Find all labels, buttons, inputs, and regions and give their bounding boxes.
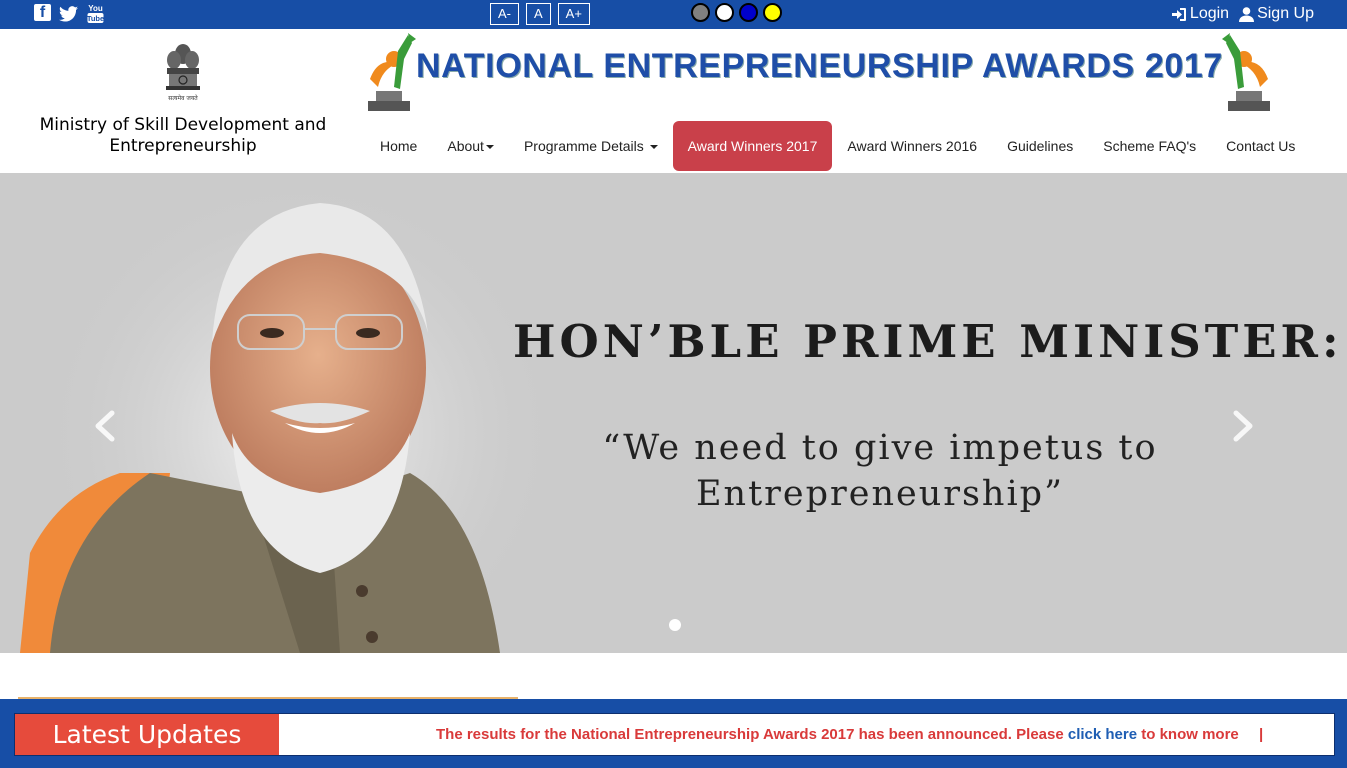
awards-title: NATIONAL ENTREPRENEURSHIP AWARDS 2017 bbox=[416, 47, 1223, 85]
youtube-icon[interactable]: You Tube bbox=[86, 4, 105, 23]
theme-white-button[interactable] bbox=[715, 3, 734, 22]
theme-gray-button[interactable] bbox=[691, 3, 710, 22]
national-emblem-icon: सत्यमेव जयते bbox=[166, 44, 200, 102]
signup-link[interactable]: Sign Up bbox=[1239, 5, 1314, 23]
font-decrease-button[interactable]: A- bbox=[490, 3, 519, 25]
nav-award-winners-2017-label: Award Winners 2017 bbox=[687, 138, 818, 154]
hero-carousel: HON’BLE PRIME MINISTER: “We need to give… bbox=[0, 173, 1347, 653]
nav-guidelines-label: Guidelines bbox=[1007, 138, 1074, 154]
prime-minister-photo bbox=[20, 173, 560, 653]
latest-updates-bar: Latest Updates The results for the Natio… bbox=[0, 699, 1347, 768]
nav-contact-us-label: Contact Us bbox=[1226, 138, 1296, 154]
twitter-icon[interactable] bbox=[59, 4, 78, 23]
nav-home-label: Home bbox=[380, 138, 418, 154]
click-here-link[interactable]: click here bbox=[1068, 726, 1137, 743]
nav-award-winners-2017[interactable]: Award Winners 2017 bbox=[672, 121, 833, 171]
carousel-prev-arrow-icon[interactable] bbox=[92, 409, 116, 443]
ministry-name: Ministry of Skill Development and Entrep… bbox=[39, 115, 327, 156]
social-links: f You Tube bbox=[34, 4, 105, 23]
nav-scheme-faqs-label: Scheme FAQ's bbox=[1103, 138, 1197, 154]
nav-scheme-faqs[interactable]: Scheme FAQ's bbox=[1088, 121, 1211, 171]
carousel-indicator[interactable] bbox=[669, 619, 681, 631]
nav-home[interactable]: Home bbox=[365, 121, 432, 171]
theme-switcher bbox=[691, 3, 782, 22]
youtube-icon-text-top: You bbox=[88, 4, 103, 13]
ticker-separator: | bbox=[1258, 726, 1264, 743]
login-icon bbox=[1171, 7, 1186, 21]
hero-title: HON’BLE PRIME MINISTER: bbox=[513, 315, 1343, 368]
nav-award-winners-2016[interactable]: Award Winners 2016 bbox=[832, 121, 992, 171]
youtube-icon-text-bottom: Tube bbox=[87, 14, 104, 23]
latest-updates-label: Latest Updates bbox=[15, 714, 279, 755]
hero-quote: “We need to give impetus to Entrepreneur… bbox=[602, 428, 1158, 514]
auth-links: Login Sign Up bbox=[1171, 5, 1314, 23]
nav-programme-details[interactable]: Programme Details bbox=[509, 121, 673, 171]
nav-about-label: About bbox=[447, 138, 484, 154]
chevron-down-icon bbox=[485, 145, 494, 150]
nav-about[interactable]: About bbox=[432, 121, 509, 171]
nav-contact-us[interactable]: Contact Us bbox=[1211, 121, 1310, 171]
ticker-text: The results for the National Entrepreneu… bbox=[436, 726, 1064, 743]
theme-blue-button[interactable] bbox=[739, 3, 758, 22]
nav-guidelines[interactable]: Guidelines bbox=[992, 121, 1088, 171]
main-nav: Home About Programme Details Award Winne… bbox=[365, 121, 1310, 171]
ticker-text-end: to know more bbox=[1141, 726, 1239, 743]
font-normal-button[interactable]: A bbox=[526, 3, 551, 25]
theme-yellow-button[interactable] bbox=[763, 3, 782, 22]
carousel-next-arrow-icon[interactable] bbox=[1232, 409, 1256, 443]
signup-label: Sign Up bbox=[1257, 5, 1314, 22]
font-size-controls: A- A A+ bbox=[490, 3, 590, 25]
font-increase-button[interactable]: A+ bbox=[557, 3, 590, 25]
awards-logo-right-icon bbox=[1222, 33, 1270, 111]
login-link[interactable]: Login bbox=[1171, 5, 1229, 23]
updates-ticker: The results for the National Entrepreneu… bbox=[436, 714, 1263, 755]
facebook-icon[interactable]: f bbox=[34, 4, 51, 21]
chevron-down-icon bbox=[649, 145, 658, 150]
awards-logo-left-icon bbox=[368, 33, 416, 111]
login-label: Login bbox=[1189, 5, 1230, 22]
top-bar: f You Tube A- A A+ Login Sign Up bbox=[0, 0, 1347, 29]
emblem-caption: सत्यमेव जयते bbox=[168, 94, 198, 102]
latest-updates-box: Latest Updates The results for the Natio… bbox=[14, 713, 1335, 756]
nav-award-winners-2016-label: Award Winners 2016 bbox=[847, 138, 978, 154]
nav-programme-details-label: Programme Details bbox=[523, 138, 644, 154]
user-icon bbox=[1239, 6, 1255, 22]
site-header: सत्यमेव जयते Ministry of Skill Developme… bbox=[0, 29, 1347, 173]
